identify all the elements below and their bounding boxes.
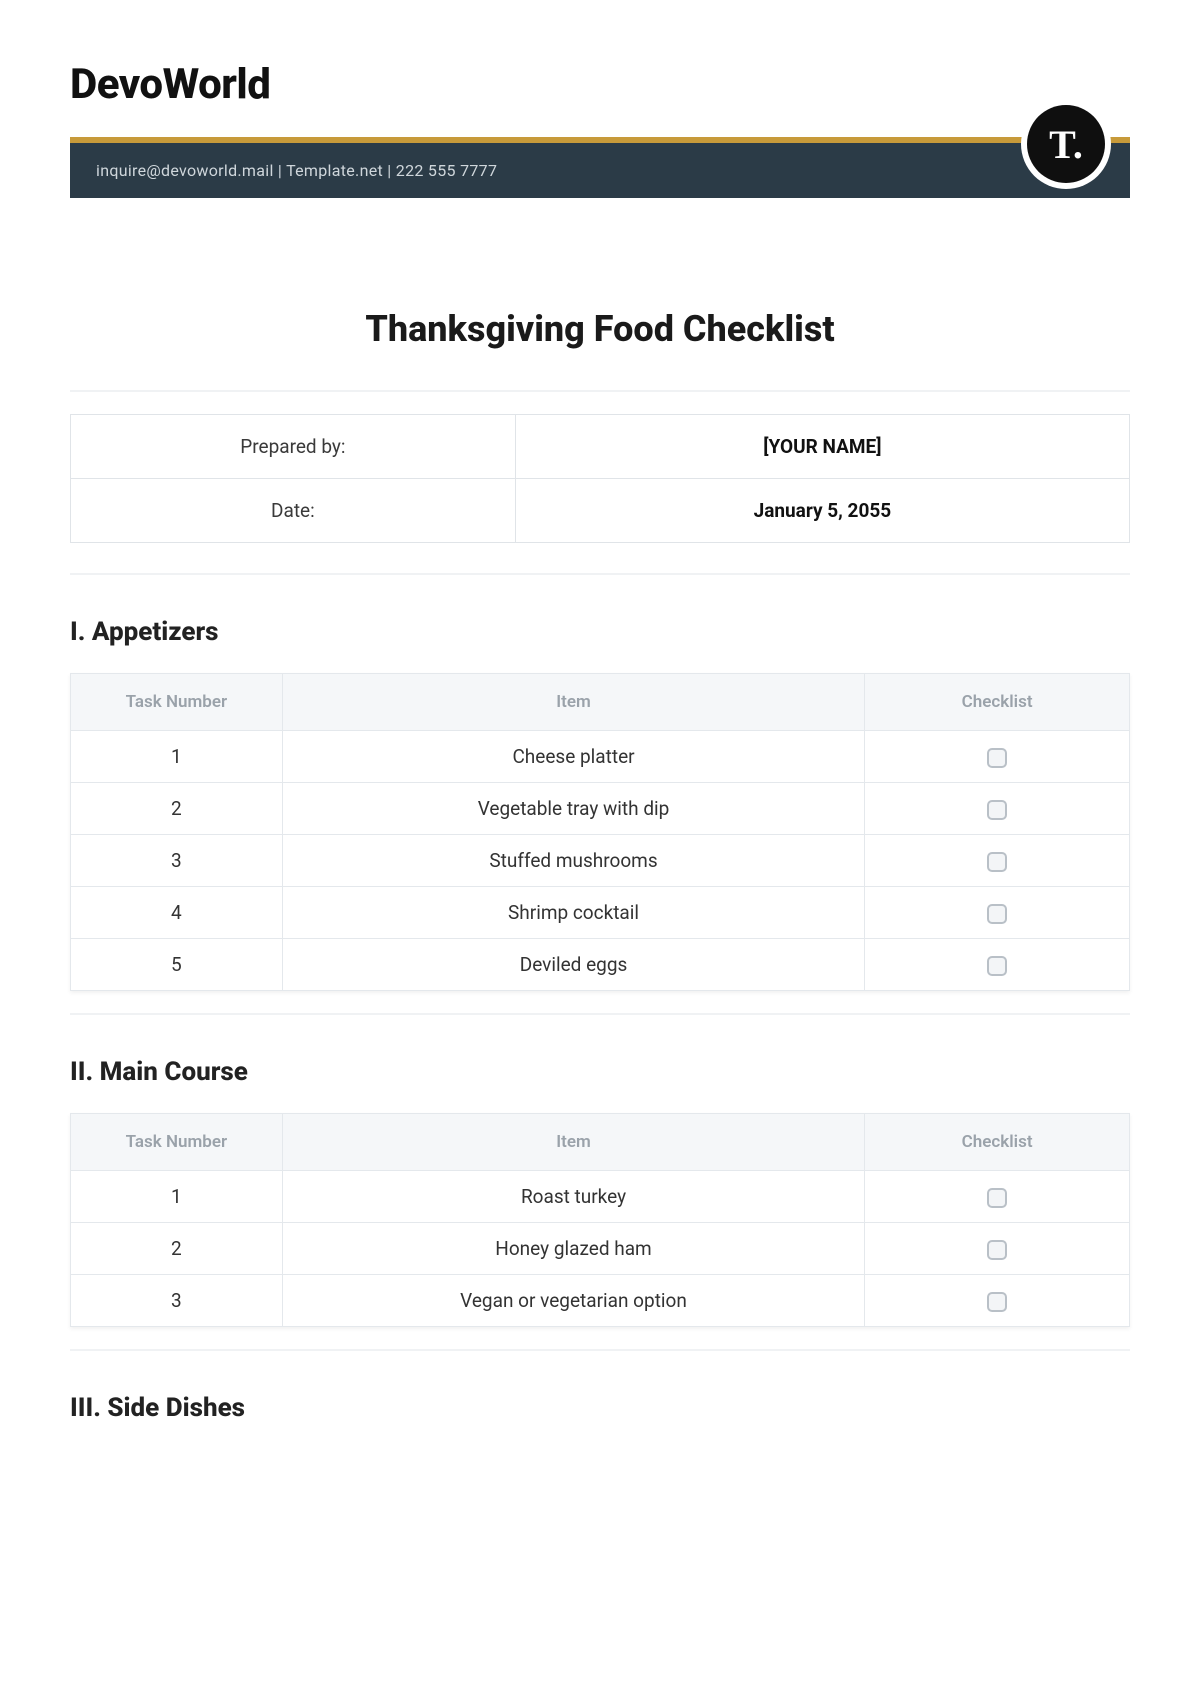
cell-item: Vegan or vegetarian option	[282, 1275, 864, 1327]
table-row: 2 Vegetable tray with dip	[71, 783, 1130, 835]
table-row: 1 Cheese platter	[71, 731, 1130, 783]
meta-value: January 5, 2055	[515, 479, 1129, 543]
divider	[70, 1349, 1130, 1351]
meta-value: [YOUR NAME]	[515, 415, 1129, 479]
meta-label: Date:	[71, 479, 516, 543]
section-heading-main-course: II. Main Course	[70, 1057, 1130, 1087]
divider	[70, 1013, 1130, 1015]
cell-item: Vegetable tray with dip	[282, 783, 864, 835]
cell-check	[865, 783, 1130, 835]
checkbox[interactable]	[987, 904, 1007, 924]
divider	[70, 573, 1130, 575]
col-checklist: Checklist	[865, 674, 1130, 731]
divider	[70, 390, 1130, 392]
document-page: DevoWorld inquire@devoworld.mail | Templ…	[0, 0, 1200, 1509]
header-contact-bar: inquire@devoworld.mail | Template.net | …	[70, 137, 1130, 198]
checkbox[interactable]	[987, 800, 1007, 820]
table-row: 5 Deviled eggs	[71, 939, 1130, 991]
col-task-number: Task Number	[71, 674, 283, 731]
section-heading-side-dishes: III. Side Dishes	[70, 1393, 1130, 1423]
cell-num: 1	[71, 731, 283, 783]
col-item: Item	[282, 1114, 864, 1171]
col-task-number: Task Number	[71, 1114, 283, 1171]
cell-num: 1	[71, 1171, 283, 1223]
table-row: 3 Vegan or vegetarian option	[71, 1275, 1130, 1327]
checkbox[interactable]	[987, 748, 1007, 768]
cell-check	[865, 1275, 1130, 1327]
cell-check	[865, 1171, 1130, 1223]
cell-num: 3	[71, 835, 283, 887]
cell-check	[865, 835, 1130, 887]
cell-item: Stuffed mushrooms	[282, 835, 864, 887]
table-row: 1 Roast turkey	[71, 1171, 1130, 1223]
checkbox[interactable]	[987, 852, 1007, 872]
checkbox[interactable]	[987, 956, 1007, 976]
cell-item: Deviled eggs	[282, 939, 864, 991]
col-item: Item	[282, 674, 864, 731]
table-row: 2 Honey glazed ham	[71, 1223, 1130, 1275]
appetizers-table: Task Number Item Checklist 1 Cheese plat…	[70, 673, 1130, 991]
cell-num: 2	[71, 1223, 283, 1275]
cell-num: 2	[71, 783, 283, 835]
contact-text: inquire@devoworld.mail | Template.net | …	[96, 161, 497, 180]
checkbox[interactable]	[987, 1292, 1007, 1312]
main-course-table: Task Number Item Checklist 1 Roast turke…	[70, 1113, 1130, 1327]
checkbox[interactable]	[987, 1188, 1007, 1208]
table-header-row: Task Number Item Checklist	[71, 1114, 1130, 1171]
cell-item: Cheese platter	[282, 731, 864, 783]
cell-num: 3	[71, 1275, 283, 1327]
cell-num: 4	[71, 887, 283, 939]
meta-row: Date: January 5, 2055	[71, 479, 1130, 543]
cell-check	[865, 731, 1130, 783]
cell-num: 5	[71, 939, 283, 991]
cell-item: Honey glazed ham	[282, 1223, 864, 1275]
meta-table: Prepared by: [YOUR NAME] Date: January 5…	[70, 414, 1130, 543]
brand-logo: DevoWorld	[70, 60, 1130, 109]
cell-check	[865, 887, 1130, 939]
meta-label: Prepared by:	[71, 415, 516, 479]
table-row: 3 Stuffed mushrooms	[71, 835, 1130, 887]
cell-item: Shrimp cocktail	[282, 887, 864, 939]
table-row: 4 Shrimp cocktail	[71, 887, 1130, 939]
page-title: Thanksgiving Food Checklist	[70, 308, 1130, 350]
table-header-row: Task Number Item Checklist	[71, 674, 1130, 731]
section-heading-appetizers: I. Appetizers	[70, 617, 1130, 647]
cell-check	[865, 1223, 1130, 1275]
col-checklist: Checklist	[865, 1114, 1130, 1171]
template-badge-icon: T.	[1027, 105, 1105, 183]
cell-item: Roast turkey	[282, 1171, 864, 1223]
meta-row: Prepared by: [YOUR NAME]	[71, 415, 1130, 479]
checkbox[interactable]	[987, 1240, 1007, 1260]
cell-check	[865, 939, 1130, 991]
